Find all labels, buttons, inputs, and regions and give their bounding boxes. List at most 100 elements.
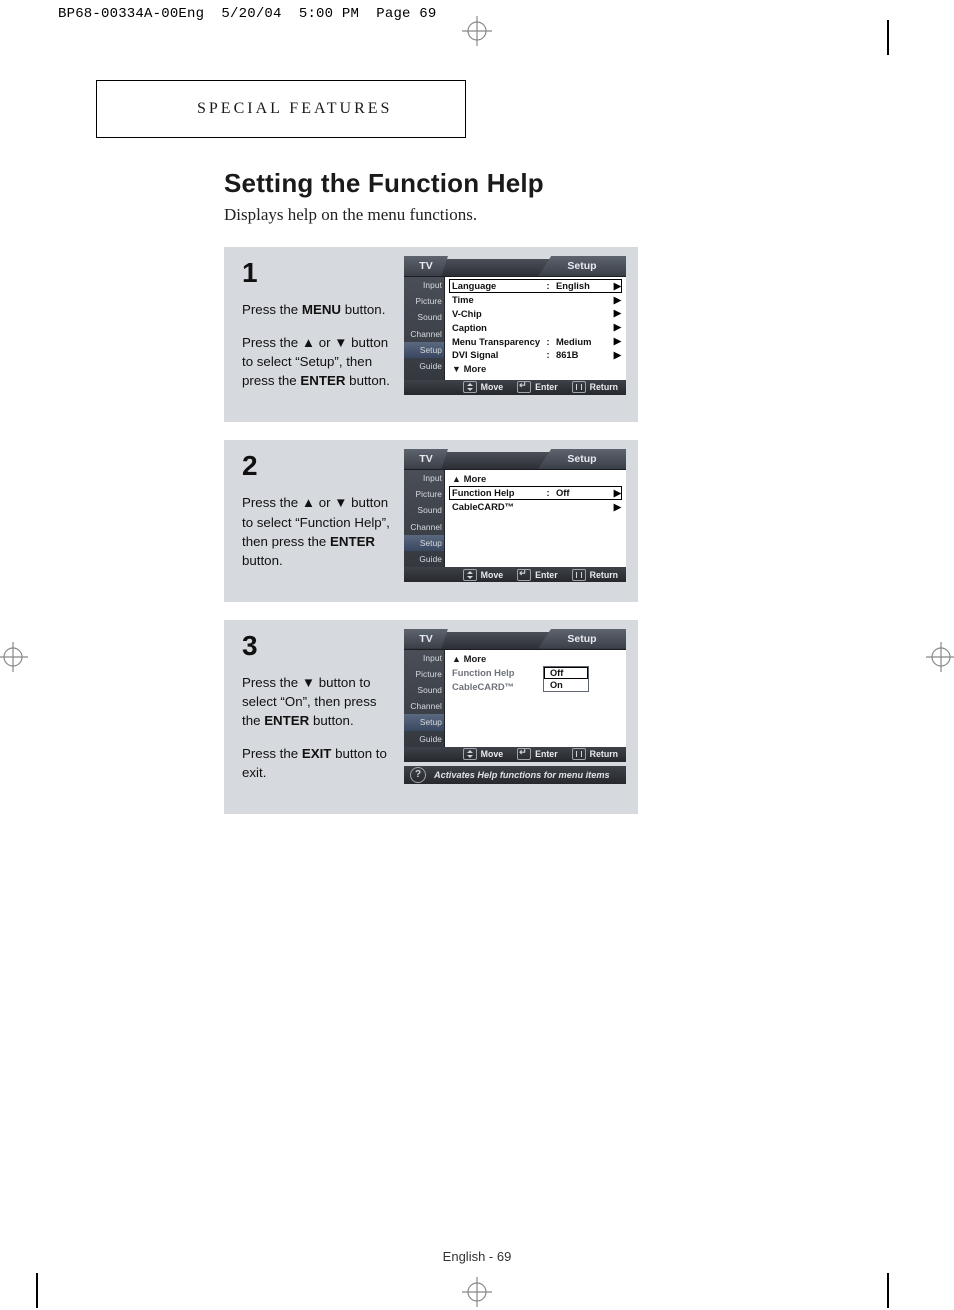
step-3-text-a: Press the ▼ button to select “On”, then … (242, 673, 390, 731)
osd-row-caption[interactable]: Caption ▶ (449, 320, 622, 334)
osd-side-input[interactable]: Input (423, 280, 442, 290)
osd-more-down[interactable]: ▼ More (449, 362, 622, 376)
return-icon (572, 748, 586, 760)
osd-sidebar: Input Picture Sound Channel Setup Guide (404, 277, 445, 380)
osd-row-time[interactable]: Time ▶ (449, 293, 622, 307)
t: button. (242, 553, 283, 568)
foot-return: Return (590, 749, 618, 759)
up-arrow-icon: ▲ (302, 335, 315, 350)
val: Medium (552, 336, 611, 347)
osd-row-function-help-dim: Function Help : (449, 666, 622, 680)
osd-side-sound[interactable]: Sound (418, 312, 443, 322)
t: Press the (242, 746, 302, 761)
osd-row-vchip[interactable]: V-Chip ▶ (449, 307, 622, 321)
trim-line-bottom-right (887, 1273, 889, 1308)
osd-side-setup[interactable]: Setup (420, 717, 442, 727)
osd-side-guide[interactable]: Guide (419, 554, 442, 564)
lbl: CableCARD™ (449, 501, 544, 512)
crop-mark-bottom (462, 1277, 492, 1310)
osd-more-up[interactable]: ▲ More (449, 472, 622, 486)
osd-row-language[interactable]: Language : English ▶ (449, 279, 622, 293)
enter-icon (517, 381, 531, 393)
osd-row-cablecard-dim: CableCARD™ (449, 679, 622, 693)
osd-side-sound[interactable]: Sound (418, 505, 443, 515)
osd-side-picture[interactable]: Picture (415, 669, 442, 679)
lbl: V-Chip (449, 308, 544, 319)
osd-side-guide[interactable]: Guide (419, 734, 442, 744)
trim-line-top-right (887, 20, 889, 55)
osd-tv-label: TV (419, 633, 432, 645)
osd-side-input[interactable]: Input (423, 653, 442, 663)
t: button. (313, 713, 354, 728)
osd-side-channel[interactable]: Channel (410, 522, 442, 532)
osd-row-menu-transparency[interactable]: Menu Transparency : Medium ▶ (449, 334, 622, 348)
step-1-text-a: Press the MENU button. (242, 300, 390, 319)
t: button. (349, 373, 390, 388)
triangle-down-icon: ▼ (452, 364, 461, 374)
osd-side-picture[interactable]: Picture (415, 489, 442, 499)
chevron-right-icon: ▶ (611, 294, 622, 306)
foot-enter: Enter (535, 382, 558, 392)
osd-side-sound[interactable]: Sound (418, 685, 443, 695)
chevron-right-icon: ▶ (611, 280, 622, 292)
step-2-text: Press the ▲ or ▼ button to select “Funct… (242, 493, 390, 570)
crop-mark-left (0, 642, 28, 677)
t: EXIT (302, 746, 332, 761)
val: English (552, 280, 611, 291)
lbl: Off (550, 668, 563, 678)
dropdown-option-on[interactable]: On (544, 679, 588, 691)
t: Press the (242, 675, 302, 690)
lbl: Caption (449, 322, 544, 333)
trim-line-bottom-left (36, 1273, 38, 1308)
osd-tv-label: TV (419, 260, 432, 272)
foot-move: Move (481, 570, 504, 580)
osd-step-3: TV Setup Input Picture Sound Channel Set… (404, 632, 626, 762)
down-arrow-icon: ▼ (334, 335, 347, 350)
chapter-heading-frame: SPECIAL FEATURES (96, 80, 466, 138)
step-2-number: 2 (242, 452, 390, 480)
osd-step-1: TV Setup Input Picture Sound Channel Set… (404, 259, 626, 395)
osd-row-function-help[interactable]: Function Help : Off ▶ (449, 486, 622, 500)
osd-footer: Move Enter Return (404, 747, 626, 762)
osd-side-input[interactable]: Input (423, 473, 442, 483)
osd-side-guide[interactable]: Guide (419, 361, 442, 371)
osd-side-setup[interactable]: Setup (420, 538, 442, 548)
dropdown-option-off[interactable]: Off (544, 667, 588, 679)
lbl: On (550, 680, 563, 690)
osd-side-setup[interactable]: Setup (420, 345, 442, 355)
enter-icon (517, 748, 531, 760)
val: Off (552, 487, 611, 498)
lbl: More (464, 364, 487, 375)
down-arrow-icon: ▼ (302, 675, 315, 690)
prepress-slug: BP68-00334A-00Eng 5/20/04 5:00 PM Page 6… (58, 6, 436, 22)
osd-more-up[interactable]: ▲ More (449, 652, 622, 666)
crop-mark-right (926, 642, 954, 677)
down-arrow-icon: ▼ (334, 495, 347, 510)
crop-mark-top (462, 16, 492, 51)
osd-row-cablecard[interactable]: CableCARD™ ▶ (449, 500, 622, 514)
osd-side-channel[interactable]: Channel (410, 329, 442, 339)
osd-sidebar: Input Picture Sound Channel Setup Guide (404, 650, 445, 747)
t: Press the (242, 495, 302, 510)
t: Press the (242, 335, 302, 350)
function-help-dropdown[interactable]: Off On (543, 666, 589, 692)
t: or (319, 335, 335, 350)
foot-return: Return (590, 570, 618, 580)
lbl: Function Help (449, 667, 544, 678)
t: Press the (242, 302, 302, 317)
lbl: DVI Signal (449, 349, 544, 360)
osd-footer: Move Enter Return (404, 567, 626, 582)
triangle-up-icon: ▲ (452, 474, 461, 484)
chevron-right-icon: ▶ (611, 335, 622, 347)
step-3-number: 3 (242, 632, 390, 660)
osd-side-channel[interactable]: Channel (410, 701, 442, 711)
osd-setup-label: Setup (567, 453, 596, 465)
chevron-right-icon: ▶ (611, 321, 622, 333)
updown-icon (463, 748, 477, 760)
hint-text: Activates Help functions for menu items (434, 770, 610, 780)
osd-step-2: TV Setup Input Picture Sound Channel Set… (404, 452, 626, 582)
osd-side-picture[interactable]: Picture (415, 296, 442, 306)
foot-move: Move (481, 382, 504, 392)
osd-row-dvi-signal[interactable]: DVI Signal : 861B ▶ (449, 348, 622, 362)
lbl: Time (449, 294, 544, 305)
